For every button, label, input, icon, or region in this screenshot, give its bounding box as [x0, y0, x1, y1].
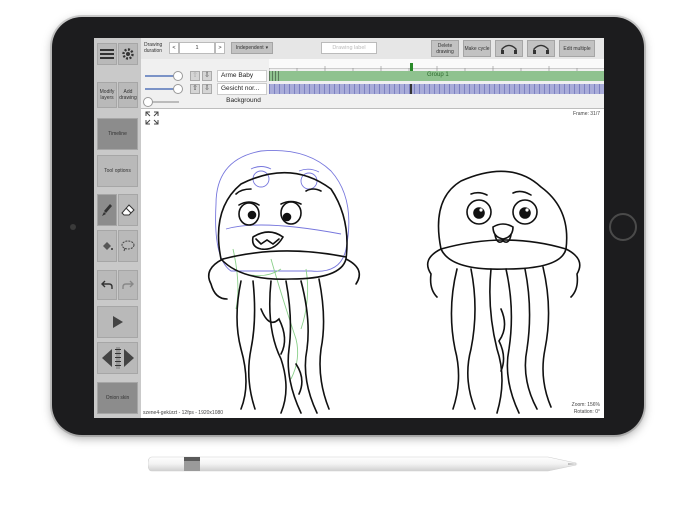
drawing-canvas[interactable]: Frame: 31/7 szene4-gekürzt - 12fps - 192… [141, 109, 604, 418]
timeline-button[interactable]: Timeline [97, 118, 138, 150]
front-camera [70, 224, 76, 230]
eraser-icon [121, 204, 135, 216]
eraser-tool-button[interactable] [118, 194, 138, 226]
add-drawing-label: Add drawing [119, 89, 137, 101]
filename-label: szene4-gekürzt - 12fps - 1920x1080 [143, 410, 224, 416]
play-button[interactable] [97, 306, 138, 338]
layer-up-button-1[interactable]: ⇧ [190, 71, 200, 81]
layer-down-button-1[interactable]: ⇩ [202, 71, 212, 81]
lasso-icon [121, 240, 135, 252]
frame-ruler[interactable] [268, 59, 604, 72]
drawing-label-input[interactable]: Drawing label [321, 42, 377, 54]
layer-up-button-2[interactable]: ⇧ [190, 84, 200, 94]
layer-track-2[interactable] [269, 84, 604, 94]
headphones-icon [501, 44, 517, 54]
tool-sidebar: Modify layers Add drawing Timeline Tool … [94, 38, 141, 418]
duration-value[interactable]: 1 [179, 42, 215, 54]
dropdown-arrow-icon: ▾ [265, 45, 269, 51]
layer-track-label-1: Group 1 [427, 72, 449, 78]
redo-icon [122, 280, 134, 289]
layer-name-3[interactable]: Background [217, 96, 267, 108]
stylus-pencil [148, 456, 578, 472]
slider-knob-3[interactable] [143, 97, 153, 107]
drawing-duration-label: Drawing duration [144, 42, 163, 54]
top-toolbar: Drawing duration < 1 > Independent ▾ Dra… [141, 38, 604, 60]
paint-bucket-icon [103, 242, 113, 250]
keyframe-marks-2 [269, 84, 604, 94]
layer-track-1[interactable]: Group 1 [269, 71, 604, 81]
slider-knob-2[interactable] [173, 84, 183, 94]
onion-skin-label: Onion skin [105, 395, 130, 401]
add-drawing-button[interactable]: Add drawing [118, 82, 138, 108]
delete-drawing-button[interactable]: Delete drawing [431, 40, 459, 57]
timeline-label: Timeline [108, 131, 127, 137]
onion-skin-button[interactable]: Onion skin [97, 382, 138, 414]
mode-select[interactable]: Independent ▾ [231, 42, 273, 54]
undo-icon [101, 280, 113, 289]
duration-increase-button[interactable]: > [215, 42, 225, 54]
headphones-icon [533, 44, 549, 54]
jellyfish-artwork [207, 150, 581, 414]
zoom-label: Zoom: 156% [571, 402, 600, 408]
layer-name-1[interactable]: Arme Baby [217, 70, 267, 82]
duration-decrease-button[interactable]: < [169, 42, 179, 54]
onion-next-button[interactable] [527, 40, 555, 57]
right-jellyfish [426, 170, 581, 414]
app-screen: Modify layers Add drawing Timeline Tool … [94, 38, 604, 418]
make-cycle-button[interactable]: Make cycle [463, 40, 491, 57]
hamburger-icon [100, 49, 114, 59]
layer-down-button-2[interactable]: ⇩ [202, 84, 212, 94]
undo-button[interactable] [97, 270, 117, 300]
timeline-panel: ⇧ ⇩ Arme Baby Group 1 ⇧ ⇩ Gesicht nor...… [141, 59, 604, 109]
onion-prev-button[interactable] [495, 40, 523, 57]
onion-skin-ghost [215, 150, 350, 272]
mode-select-value: Independent [235, 45, 264, 51]
fill-tool-button[interactable] [97, 230, 117, 262]
frame-scrubber[interactable] [97, 342, 138, 374]
gear-icon [122, 48, 134, 60]
slider-knob-1[interactable] [173, 71, 183, 81]
brush-tool-button[interactable] [97, 194, 117, 226]
playhead [410, 84, 412, 94]
rotation-label: Rotation: 0° [573, 409, 600, 415]
lasso-tool-button[interactable] [118, 230, 138, 262]
frame-step-icon [101, 347, 134, 369]
modify-layers-label: Modify layers [99, 89, 115, 101]
brush-icon [102, 204, 112, 216]
edit-multiple-button[interactable]: Edit multiple [559, 40, 595, 57]
redo-button[interactable] [118, 270, 138, 300]
tool-options-label: Tool options [104, 168, 131, 174]
tool-options-button[interactable]: Tool options [97, 155, 138, 187]
modify-layers-button[interactable]: Modify layers [97, 82, 117, 108]
play-icon [112, 316, 123, 328]
layer-name-2[interactable]: Gesicht nor... [217, 83, 267, 95]
home-button[interactable] [609, 213, 637, 241]
menu-button[interactable] [97, 43, 117, 65]
settings-button[interactable] [118, 43, 138, 65]
keyframe-marks-1 [269, 71, 281, 81]
left-jellyfish [207, 171, 361, 414]
